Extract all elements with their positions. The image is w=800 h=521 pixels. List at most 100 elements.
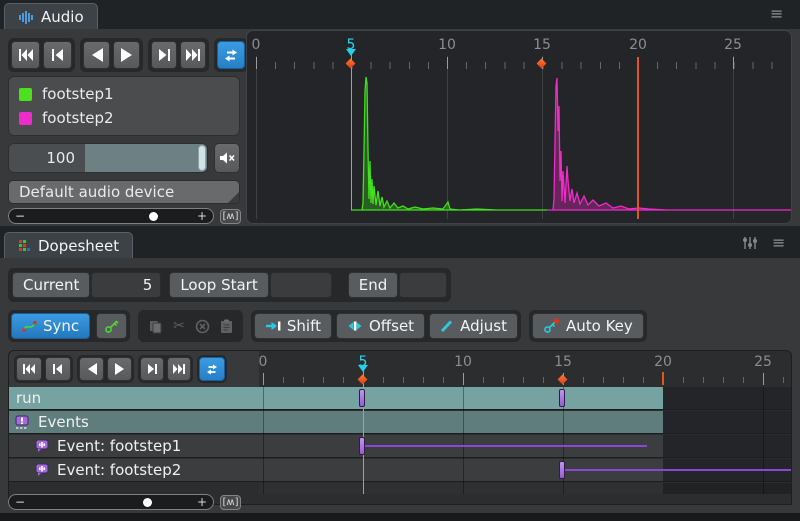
dopesheet-zoom-handle[interactable] — [143, 498, 152, 507]
audio-panel: footstep1 footstep2 100 Default audio de… — [0, 29, 800, 226]
play-backward-button[interactable] — [79, 357, 104, 381]
audio-color-swatch — [19, 88, 32, 101]
playhead-line[interactable] — [351, 55, 352, 210]
list-item[interactable]: footstep1 — [9, 82, 239, 106]
dopesheet-tabstrip: Dopesheet ≡ — [0, 226, 800, 258]
delete-icon[interactable] — [195, 319, 210, 334]
event-duration-footstep2 — [563, 469, 792, 471]
audio-tabstrip: Audio ≡ — [0, 0, 800, 29]
dopesheet-timeline[interactable]: 0 5 10 15 20 25 run Events — [8, 350, 792, 505]
ruler-minor-ticks — [259, 377, 792, 383]
zoom-in-button[interactable]: + — [191, 209, 213, 223]
volume-control: 100 — [8, 143, 208, 173]
end-label: End — [348, 272, 399, 298]
ruler-tick-label: 10 — [454, 354, 472, 370]
key-button[interactable] — [96, 313, 127, 339]
animation-end-marker — [662, 372, 664, 385]
filter-icon[interactable] — [742, 236, 758, 250]
offset-label: Offset — [369, 317, 414, 335]
waveform-display — [247, 31, 792, 224]
auto-key-icon — [543, 318, 560, 334]
offset-button[interactable]: Offset — [336, 313, 425, 339]
list-item[interactable]: footstep2 — [9, 106, 239, 130]
adjust-button[interactable]: Adjust — [429, 313, 518, 339]
loop-start-field[interactable] — [270, 272, 332, 298]
skip-to-end-button[interactable] — [180, 41, 206, 69]
volume-slider[interactable] — [85, 144, 207, 172]
gridline — [263, 387, 264, 494]
dopesheet-zoom-track[interactable] — [31, 495, 191, 509]
volume-value[interactable]: 100 — [9, 144, 85, 172]
frame-fields: Current 5 Loop Start End — [8, 268, 451, 302]
keyframe-bar-footstep1[interactable] — [359, 437, 365, 455]
track-label: run — [9, 389, 41, 407]
dopesheet-toolbar: Sync ✂ Sh — [8, 310, 647, 342]
audio-file-list: footstep1 footstep2 — [8, 76, 240, 136]
animation-end-marker — [637, 57, 639, 219]
keyframe-bar-footstep2[interactable] — [559, 461, 565, 479]
skip-to-start-button[interactable] — [11, 41, 40, 69]
skip-to-start-button[interactable] — [16, 357, 42, 381]
sync-icon — [22, 320, 37, 333]
audio-fit-button[interactable]: [ʍ] — [220, 209, 241, 224]
keyframe-bar-run[interactable] — [559, 389, 565, 407]
audio-color-swatch — [19, 112, 32, 125]
track-row-events[interactable]: Events — [9, 411, 792, 434]
shift-button[interactable]: Shift — [254, 313, 332, 339]
dopesheet-fit-button[interactable]: [ʍ] — [220, 495, 241, 510]
sync-label: Sync — [43, 317, 79, 335]
shift-icon — [265, 319, 281, 333]
auto-key-button[interactable]: Auto Key — [532, 313, 644, 339]
loop-toggle-button[interactable] — [217, 41, 245, 69]
cut-icon[interactable]: ✂ — [173, 318, 185, 334]
mute-button[interactable] — [214, 143, 240, 173]
dopesheet-icon — [18, 239, 31, 252]
audio-menu-icon[interactable]: ≡ — [770, 6, 783, 22]
audio-device-value: Default audio device — [19, 183, 174, 201]
paste-icon[interactable] — [220, 319, 233, 334]
zoom-in-button[interactable]: + — [191, 495, 213, 509]
loop-toggle-button[interactable] — [199, 357, 225, 381]
end-field[interactable] — [399, 272, 447, 298]
current-frame-field[interactable]: 5 — [91, 272, 161, 298]
previous-key-button[interactable] — [43, 41, 72, 69]
keyframe-bar-run[interactable] — [359, 389, 365, 407]
zoom-out-button[interactable]: − — [9, 209, 31, 223]
tab-dopesheet-label: Dopesheet — [38, 237, 119, 255]
key-icon — [104, 319, 119, 334]
next-key-button[interactable] — [140, 357, 164, 381]
track-label: Event: footstep1 — [49, 437, 181, 455]
sync-button[interactable]: Sync — [11, 313, 90, 339]
tab-audio-label: Audio — [41, 8, 84, 26]
previous-key-button[interactable] — [45, 357, 71, 381]
waveform-footstep1 — [351, 77, 547, 210]
playhead-marker-icon[interactable] — [358, 365, 368, 372]
next-key-button[interactable] — [151, 41, 177, 69]
skip-to-end-button[interactable] — [167, 357, 191, 381]
playhead-marker-icon[interactable] — [346, 49, 356, 56]
play-backward-button[interactable] — [83, 41, 110, 69]
dopesheet-menu-icon[interactable]: ≡ — [772, 235, 785, 251]
tab-audio[interactable]: Audio — [4, 3, 98, 29]
copy-icon[interactable] — [148, 319, 163, 334]
play-forward-button[interactable] — [113, 41, 140, 69]
track-label: Event: footstep2 — [49, 461, 181, 479]
audio-zoom-track[interactable] — [31, 209, 191, 223]
auto-key-label: Auto Key — [566, 317, 633, 335]
play-forward-button[interactable] — [107, 357, 132, 381]
tab-dopesheet[interactable]: Dopesheet — [4, 232, 133, 258]
dopesheet-playback-controls — [14, 355, 227, 383]
current-label: Current — [12, 272, 90, 298]
track-row-empty — [9, 483, 792, 494]
audio-file-name: footstep1 — [42, 85, 114, 103]
volume-slider-handle[interactable] — [198, 145, 206, 171]
zoom-out-button[interactable]: − — [9, 495, 31, 509]
application-window: Audio ≡ — [0, 0, 800, 521]
audio-timeline[interactable]: 0 5 10 15 20 25 — [246, 30, 792, 224]
shift-label: Shift — [287, 317, 321, 335]
audio-file-name: footstep2 — [42, 109, 114, 127]
audio-zoom-handle[interactable] — [149, 212, 158, 221]
gridline — [463, 387, 464, 494]
track-row-run[interactable]: run — [9, 387, 792, 410]
audio-device-select[interactable]: Default audio device — [8, 180, 240, 204]
